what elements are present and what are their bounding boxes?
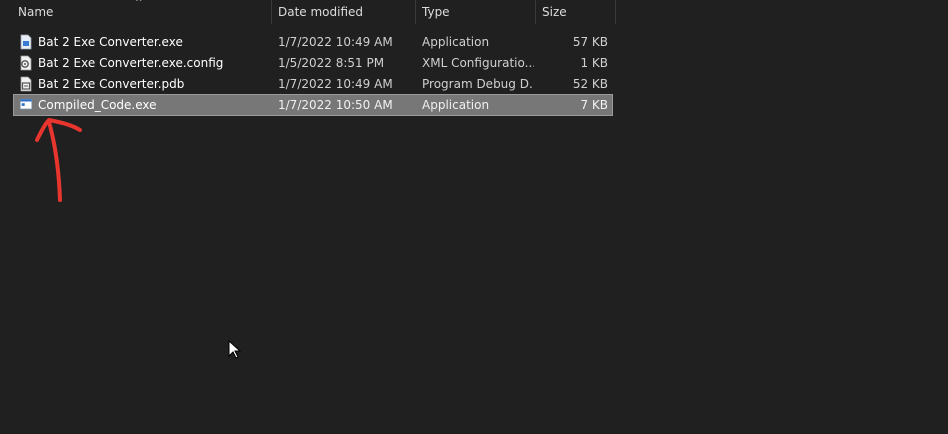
file-size: 57 KB — [572, 35, 608, 49]
file-row-bat-2-exe-converter-exe-config[interactable]: Bat 2 Exe Converter.exe.config 1/5/2022 … — [14, 53, 612, 73]
file-size: 52 KB — [572, 77, 608, 91]
column-header-row: Name ^ Date modified Type Size — [0, 0, 616, 24]
file-row-bat-2-exe-converter-exe[interactable]: Bat 2 Exe Converter.exe 1/7/2022 10:49 A… — [14, 32, 612, 52]
file-date-modified: 1/5/2022 8:51 PM — [278, 56, 385, 70]
file-type: Program Debug D... — [422, 77, 534, 91]
file-date-modified: 1/7/2022 10:49 AM — [278, 77, 393, 91]
file-name: Bat 2 Exe Converter.exe.config — [38, 56, 224, 70]
file-size: 1 KB — [580, 56, 608, 70]
mouse-pointer-icon — [228, 340, 242, 359]
file-type: XML Configuratio... — [422, 56, 534, 70]
exe-file-icon — [20, 34, 32, 50]
config-file-icon — [20, 55, 32, 71]
file-row-compiled-code-exe[interactable]: Compiled_Code.exe 1/7/2022 10:50 AM Appl… — [13, 94, 613, 116]
column-header-type[interactable]: Type — [415, 0, 535, 24]
file-explorer-details-view: Name ^ Date modified Type Size Bat 2 Exe… — [0, 0, 948, 434]
file-size: 7 KB — [580, 98, 608, 112]
file-type: Application — [422, 35, 490, 49]
file-name: Bat 2 Exe Converter.exe — [38, 35, 183, 49]
file-name: Bat 2 Exe Converter.pdb — [38, 77, 185, 91]
application-window-icon — [19, 98, 33, 110]
pdb-file-icon — [20, 76, 32, 92]
file-type: Application — [422, 98, 490, 112]
column-header-date-modified[interactable]: Date modified — [271, 0, 415, 24]
file-row-bat-2-exe-converter-pdb[interactable]: Bat 2 Exe Converter.pdb 1/7/2022 10:49 A… — [14, 74, 612, 94]
column-header-size[interactable]: Size — [535, 0, 616, 24]
red-arrow-annotation-icon — [35, 118, 82, 202]
file-date-modified: 1/7/2022 10:50 AM — [278, 98, 393, 112]
file-date-modified: 1/7/2022 10:49 AM — [278, 35, 393, 49]
sort-ascending-icon: ^ — [135, 0, 143, 8]
